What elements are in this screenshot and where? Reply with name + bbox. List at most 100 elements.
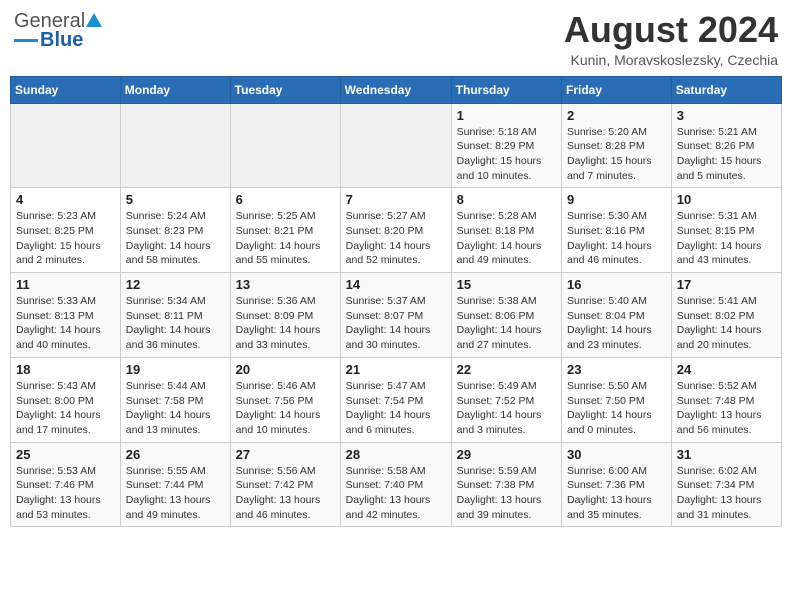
calendar-week-row: 11Sunrise: 5:33 AM Sunset: 8:13 PM Dayli… — [11, 273, 782, 358]
calendar-cell: 28 Sunrise: 5:58 AM Sunset: 7:40 PM Dayli… — [340, 442, 451, 527]
calendar-cell: 17Sunrise: 5:41 AM Sunset: 8:02 PM Dayli… — [671, 273, 781, 358]
day-number: 12 — [126, 277, 225, 292]
calendar-cell: 8 Sunrise: 5:28 AM Sunset: 8:18 PM Daylig… — [451, 188, 561, 273]
day-number: 10 — [677, 192, 776, 207]
day-info: Sunrise: 5:33 AM Sunset: 8:13 PM Dayligh… — [16, 294, 115, 353]
day-of-week-header: Sunday — [11, 76, 121, 103]
day-info: Sunrise: 5:40 AM Sunset: 8:04 PM Dayligh… — [567, 294, 666, 353]
calendar-cell: 13 Sunrise: 5:36 AM Sunset: 8:09 PM Dayli… — [230, 273, 340, 358]
day-info: Sunrise: 6:00 AM Sunset: 7:36 PM Dayligh… — [567, 464, 666, 523]
calendar-cell: 22 Sunrise: 5:49 AM Sunset: 7:52 PM Dayli… — [451, 357, 561, 442]
calendar-cell: 16Sunrise: 5:40 AM Sunset: 8:04 PM Dayli… — [562, 273, 672, 358]
calendar-cell: 31 Sunrise: 6:02 AM Sunset: 7:34 PM Dayli… — [671, 442, 781, 527]
logo-blue-text: Blue — [40, 29, 83, 52]
day-of-week-header: Tuesday — [230, 76, 340, 103]
day-number: 7 — [346, 192, 446, 207]
day-number: 28 — [346, 447, 446, 462]
day-number: 26 — [126, 447, 225, 462]
day-info: Sunrise: 5:52 AM Sunset: 7:48 PM Dayligh… — [677, 379, 776, 438]
day-number: 24 — [677, 362, 776, 377]
day-number: 19 — [126, 362, 225, 377]
day-info: Sunrise: 5:30 AM Sunset: 8:16 PM Dayligh… — [567, 209, 666, 268]
day-number: 22 — [457, 362, 556, 377]
calendar-header-row: SundayMondayTuesdayWednesdayThursdayFrid… — [11, 76, 782, 103]
calendar-cell: 14 Sunrise: 5:37 AM Sunset: 8:07 PM Dayli… — [340, 273, 451, 358]
calendar-cell — [11, 103, 121, 188]
day-number: 18 — [16, 362, 115, 377]
day-info: Sunrise: 5:28 AM Sunset: 8:18 PM Dayligh… — [457, 209, 556, 268]
day-number: 6 — [236, 192, 335, 207]
day-number: 1 — [457, 108, 556, 123]
day-of-week-header: Saturday — [671, 76, 781, 103]
day-number: 23 — [567, 362, 666, 377]
day-info: Sunrise: 5:25 AM Sunset: 8:21 PM Dayligh… — [236, 209, 335, 268]
day-info: Sunrise: 5:47 AM Sunset: 7:54 PM Dayligh… — [346, 379, 446, 438]
day-number: 25 — [16, 447, 115, 462]
calendar-cell: 7 Sunrise: 5:27 AM Sunset: 8:20 PM Daylig… — [340, 188, 451, 273]
calendar-cell: 20Sunrise: 5:46 AM Sunset: 7:56 PM Dayli… — [230, 357, 340, 442]
calendar-cell: 21 Sunrise: 5:47 AM Sunset: 7:54 PM Dayli… — [340, 357, 451, 442]
calendar-cell: 27Sunrise: 5:56 AM Sunset: 7:42 PM Dayli… — [230, 442, 340, 527]
day-number: 9 — [567, 192, 666, 207]
calendar-cell — [120, 103, 230, 188]
calendar-cell: 23 Sunrise: 5:50 AM Sunset: 7:50 PM Dayli… — [562, 357, 672, 442]
calendar-cell: 30Sunrise: 6:00 AM Sunset: 7:36 PM Dayli… — [562, 442, 672, 527]
calendar-cell — [230, 103, 340, 188]
calendar-cell: 12 Sunrise: 5:34 AM Sunset: 8:11 PM Dayli… — [120, 273, 230, 358]
day-info: Sunrise: 5:44 AM Sunset: 7:58 PM Dayligh… — [126, 379, 225, 438]
day-of-week-header: Friday — [562, 76, 672, 103]
day-info: Sunrise: 5:58 AM Sunset: 7:40 PM Dayligh… — [346, 464, 446, 523]
calendar-week-row: 1 Sunrise: 5:18 AM Sunset: 8:29 PM Daylig… — [11, 103, 782, 188]
calendar-cell: 11Sunrise: 5:33 AM Sunset: 8:13 PM Dayli… — [11, 273, 121, 358]
calendar-cell: 3Sunrise: 5:21 AM Sunset: 8:26 PM Daylig… — [671, 103, 781, 188]
calendar-cell: 18 Sunrise: 5:43 AM Sunset: 8:00 PM Dayli… — [11, 357, 121, 442]
calendar-table: SundayMondayTuesdayWednesdayThursdayFrid… — [10, 76, 782, 528]
day-info: Sunrise: 5:24 AM Sunset: 8:23 PM Dayligh… — [126, 209, 225, 268]
day-info: Sunrise: 5:53 AM Sunset: 7:46 PM Dayligh… — [16, 464, 115, 523]
day-number: 29 — [457, 447, 556, 462]
day-number: 15 — [457, 277, 556, 292]
day-number: 5 — [126, 192, 225, 207]
calendar-week-row: 25 Sunrise: 5:53 AM Sunset: 7:46 PM Dayli… — [11, 442, 782, 527]
day-number: 21 — [346, 362, 446, 377]
calendar-cell: 6 Sunrise: 5:25 AM Sunset: 8:21 PM Daylig… — [230, 188, 340, 273]
day-info: Sunrise: 5:27 AM Sunset: 8:20 PM Dayligh… — [346, 209, 446, 268]
calendar-cell: 10 Sunrise: 5:31 AM Sunset: 8:15 PM Dayli… — [671, 188, 781, 273]
day-info: Sunrise: 5:34 AM Sunset: 8:11 PM Dayligh… — [126, 294, 225, 353]
day-number: 2 — [567, 108, 666, 123]
calendar-cell: 4 Sunrise: 5:23 AM Sunset: 8:25 PM Daylig… — [11, 188, 121, 273]
day-info: Sunrise: 5:36 AM Sunset: 8:09 PM Dayligh… — [236, 294, 335, 353]
calendar-cell: 25 Sunrise: 5:53 AM Sunset: 7:46 PM Dayli… — [11, 442, 121, 527]
calendar-week-row: 18 Sunrise: 5:43 AM Sunset: 8:00 PM Dayli… — [11, 357, 782, 442]
calendar-cell — [340, 103, 451, 188]
calendar-cell: 29 Sunrise: 5:59 AM Sunset: 7:38 PM Dayli… — [451, 442, 561, 527]
location-subtitle: Kunin, Moravskoslezsky, Czechia — [564, 52, 778, 68]
day-number: 4 — [16, 192, 115, 207]
day-of-week-header: Thursday — [451, 76, 561, 103]
day-number: 8 — [457, 192, 556, 207]
calendar-cell: 9 Sunrise: 5:30 AM Sunset: 8:16 PM Daylig… — [562, 188, 672, 273]
day-info: Sunrise: 5:31 AM Sunset: 8:15 PM Dayligh… — [677, 209, 776, 268]
day-info: Sunrise: 5:50 AM Sunset: 7:50 PM Dayligh… — [567, 379, 666, 438]
page-header: General Blue August 2024 Kunin, Moravsko… — [10, 10, 782, 68]
day-number: 14 — [346, 277, 446, 292]
calendar-cell: 2Sunrise: 5:20 AM Sunset: 8:28 PM Daylig… — [562, 103, 672, 188]
day-info: Sunrise: 5:38 AM Sunset: 8:06 PM Dayligh… — [457, 294, 556, 353]
logo-icon — [86, 10, 102, 33]
day-info: Sunrise: 5:18 AM Sunset: 8:29 PM Dayligh… — [457, 125, 556, 184]
day-info: Sunrise: 5:21 AM Sunset: 8:26 PM Dayligh… — [677, 125, 776, 184]
day-info: Sunrise: 5:43 AM Sunset: 8:00 PM Dayligh… — [16, 379, 115, 438]
day-info: Sunrise: 6:02 AM Sunset: 7:34 PM Dayligh… — [677, 464, 776, 523]
day-info: Sunrise: 5:23 AM Sunset: 8:25 PM Dayligh… — [16, 209, 115, 268]
day-info: Sunrise: 5:37 AM Sunset: 8:07 PM Dayligh… — [346, 294, 446, 353]
day-number: 13 — [236, 277, 335, 292]
day-info: Sunrise: 5:56 AM Sunset: 7:42 PM Dayligh… — [236, 464, 335, 523]
day-of-week-header: Monday — [120, 76, 230, 103]
day-number: 31 — [677, 447, 776, 462]
day-info: Sunrise: 5:59 AM Sunset: 7:38 PM Dayligh… — [457, 464, 556, 523]
calendar-cell: 19 Sunrise: 5:44 AM Sunset: 7:58 PM Dayli… — [120, 357, 230, 442]
day-info: Sunrise: 5:49 AM Sunset: 7:52 PM Dayligh… — [457, 379, 556, 438]
day-number: 17 — [677, 277, 776, 292]
calendar-cell: 15 Sunrise: 5:38 AM Sunset: 8:06 PM Dayli… — [451, 273, 561, 358]
calendar-cell: 24 Sunrise: 5:52 AM Sunset: 7:48 PM Dayli… — [671, 357, 781, 442]
